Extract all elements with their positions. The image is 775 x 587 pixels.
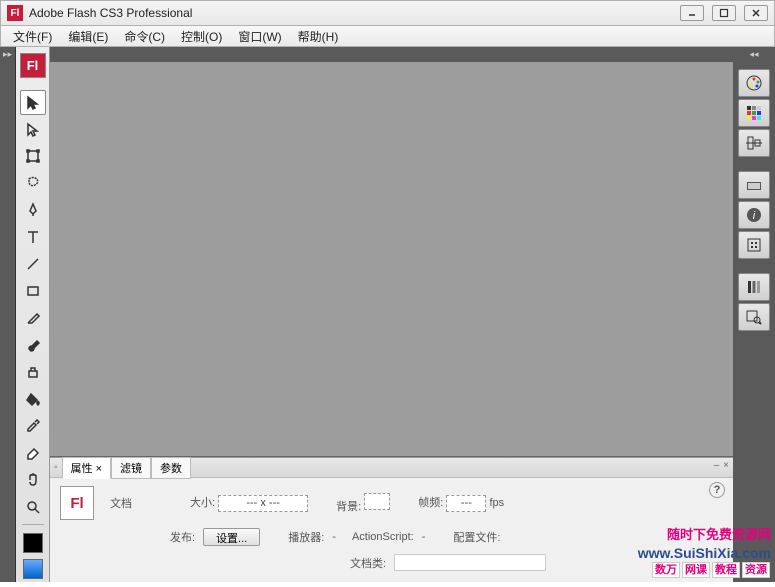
right-panel-dock: ◂◂ i xyxy=(733,47,775,582)
components-panel-icon[interactable] xyxy=(738,273,770,301)
actionscript-label: ActionScript: xyxy=(352,531,414,543)
toolbar-toggle-icon[interactable]: ▸▸ xyxy=(3,49,12,582)
panel-close-icon[interactable]: × xyxy=(723,460,729,471)
tool-separator xyxy=(22,524,44,525)
background-swatch[interactable] xyxy=(364,493,390,510)
app-icon: Fl xyxy=(7,5,23,21)
document-label: 文档 xyxy=(110,495,132,511)
tab-parameters[interactable]: 参数 xyxy=(151,457,191,479)
free-transform-tool[interactable] xyxy=(20,144,46,169)
tab-filters[interactable]: 滤镜 xyxy=(111,457,151,479)
ink-bottle-tool[interactable] xyxy=(20,359,46,384)
menu-commands[interactable]: 命令(C) xyxy=(116,26,173,47)
properties-panel: ◦ 属性 × 滤镜 参数 – × ? Fl 文档 大小: - xyxy=(50,457,733,582)
background-label: 背景: xyxy=(336,501,361,513)
document-type-icon: Fl xyxy=(60,486,94,520)
panel-minimize-icon[interactable]: – xyxy=(714,460,720,471)
transform-panel-icon[interactable] xyxy=(738,171,770,199)
fill-color-swatch[interactable] xyxy=(20,557,46,582)
help-icon[interactable]: ? xyxy=(709,482,725,498)
pen-tool[interactable] xyxy=(20,198,46,223)
titlebar: Fl Adobe Flash CS3 Professional xyxy=(0,0,775,26)
fps-unit: fps xyxy=(489,497,504,509)
maximize-button[interactable] xyxy=(712,5,736,21)
framerate-input[interactable]: --- xyxy=(446,495,486,512)
menu-control[interactable]: 控制(O) xyxy=(173,26,230,47)
rectangle-tool[interactable] xyxy=(20,279,46,304)
right-dock-toggle-icon[interactable]: ◂◂ xyxy=(733,49,775,63)
lasso-tool[interactable] xyxy=(20,171,46,196)
eraser-tool[interactable] xyxy=(20,440,46,465)
watermark: 随时下免费资源网 www.SuiShiXia.com 数万网课教程资源 xyxy=(638,527,771,578)
watermark-line2: www.SuiShiXia.com xyxy=(638,544,771,562)
player-value: - xyxy=(332,531,336,543)
document-class-label: 文档类: xyxy=(350,555,386,571)
size-input[interactable]: --- x --- xyxy=(218,495,308,512)
watermark-line1: 随时下免费资源网 xyxy=(638,527,771,544)
panel-collapse-icon[interactable]: ◦ xyxy=(54,462,58,473)
properties-body: Fl 文档 大小: --- x --- 背景: 帧频: --- xyxy=(50,478,733,587)
color-panel-icon[interactable] xyxy=(738,69,770,97)
paint-bucket-tool[interactable] xyxy=(20,386,46,411)
profile-label: 配置文件: xyxy=(453,529,500,545)
player-label: 播放器: xyxy=(288,529,324,545)
stroke-color-swatch[interactable] xyxy=(20,530,46,555)
menu-file[interactable]: 文件(F) xyxy=(5,26,60,47)
actionscript-value: - xyxy=(422,531,426,543)
align-panel-icon[interactable] xyxy=(738,129,770,157)
stage-header xyxy=(50,47,733,62)
tab-properties-label: 属性 xyxy=(71,463,93,475)
properties-panel-header: ◦ 属性 × 滤镜 参数 – × xyxy=(50,458,733,478)
brush-tool[interactable] xyxy=(20,333,46,358)
tab-properties[interactable]: 属性 × xyxy=(62,457,111,479)
info-panel-icon[interactable]: i xyxy=(738,201,770,229)
close-button[interactable] xyxy=(744,5,768,21)
framerate-label: 帧频: xyxy=(418,497,443,509)
swatches-panel-icon[interactable] xyxy=(738,99,770,127)
tools-panel-header-icon: Fl xyxy=(20,53,46,78)
settings-button[interactable]: 设置... xyxy=(203,528,260,546)
stage-area[interactable] xyxy=(50,47,733,457)
size-label: 大小: xyxy=(190,497,215,509)
window-controls xyxy=(680,5,768,21)
document-class-input[interactable] xyxy=(394,554,546,571)
selection-tool[interactable] xyxy=(20,90,46,115)
pencil-tool[interactable] xyxy=(20,306,46,331)
eyedropper-tool[interactable] xyxy=(20,413,46,438)
menu-help[interactable]: 帮助(H) xyxy=(290,26,347,47)
hand-tool[interactable] xyxy=(20,467,46,492)
toolbar-collapse-strip: ▸▸ xyxy=(0,47,16,582)
minimize-button[interactable] xyxy=(680,5,704,21)
subselection-tool[interactable] xyxy=(20,117,46,142)
zoom-tool[interactable] xyxy=(20,494,46,519)
text-tool[interactable] xyxy=(20,225,46,250)
component-inspector-panel-icon[interactable] xyxy=(738,303,770,331)
library-panel-icon[interactable] xyxy=(738,231,770,259)
menu-edit[interactable]: 编辑(E) xyxy=(60,26,116,47)
tools-panel: Fl xyxy=(16,47,50,582)
window-title: Adobe Flash CS3 Professional xyxy=(29,6,680,20)
line-tool[interactable] xyxy=(20,252,46,277)
watermark-line3: 数万网课教程资源 xyxy=(638,562,771,578)
menu-window[interactable]: 窗口(W) xyxy=(230,26,289,47)
menubar: 文件(F) 编辑(E) 命令(C) 控制(O) 窗口(W) 帮助(H) xyxy=(0,26,775,47)
publish-label: 发布: xyxy=(170,529,195,545)
